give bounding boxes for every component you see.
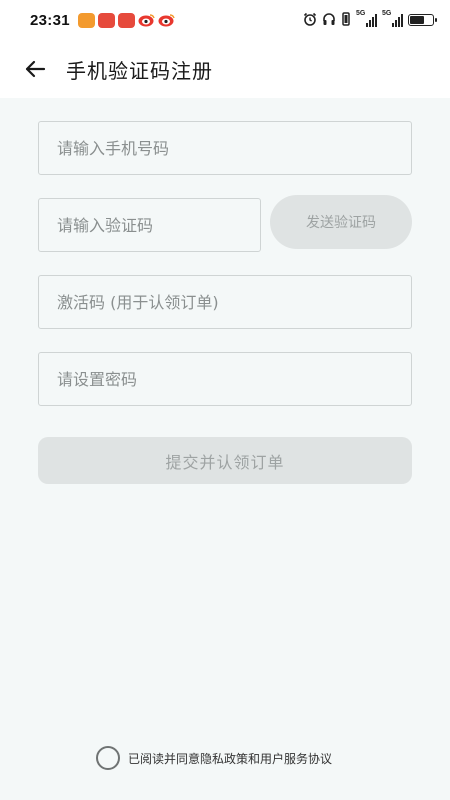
password-field[interactable] <box>38 352 412 406</box>
agreement-text[interactable]: 已阅读并同意隐私政策和用户服务协议 <box>128 750 332 767</box>
weibo-icon <box>138 13 155 28</box>
notification-icons <box>77 12 175 28</box>
deal-app-icon <box>117 12 135 28</box>
phone-input[interactable] <box>57 122 411 174</box>
send-code-button[interactable]: 发送验证码 <box>270 195 412 249</box>
activation-code-input[interactable] <box>57 276 411 328</box>
screen: 23:31 5G 5G 手机验证码注册 请输入手机号码 请输入验证码 发送验证码… <box>0 0 450 800</box>
arrow-left-icon <box>25 60 46 78</box>
back-button[interactable] <box>10 44 60 94</box>
system-icons: 5G 5G <box>303 10 437 30</box>
weibo-icon <box>158 13 175 28</box>
phone-field[interactable] <box>38 121 412 175</box>
vibrate-icon <box>341 11 351 30</box>
header: 手机验证码注册 <box>0 40 450 98</box>
shopping-app-icon <box>77 12 95 28</box>
page-title: 手机验证码注册 <box>66 58 213 83</box>
signal-icon: 5G <box>382 10 403 27</box>
agreement-row: 已阅读并同意隐私政策和用户服务协议 <box>96 746 332 770</box>
status-time: 23:31 <box>30 11 70 29</box>
battery-icon <box>408 14 437 26</box>
battery-fill <box>410 16 425 24</box>
verification-code-input[interactable] <box>57 199 260 251</box>
agreement-checkbox[interactable] <box>96 746 120 770</box>
code-field[interactable] <box>38 198 261 252</box>
submit-button[interactable]: 提交并认领订单 <box>38 437 412 484</box>
password-input[interactable] <box>57 353 411 405</box>
signal-icon: 5G <box>356 10 377 27</box>
status-bar: 23:31 5G 5G <box>0 0 450 40</box>
deal-app-icon <box>97 12 115 28</box>
alarm-icon <box>303 11 317 30</box>
activation-code-field[interactable] <box>38 275 412 329</box>
headphones-icon <box>322 11 336 30</box>
